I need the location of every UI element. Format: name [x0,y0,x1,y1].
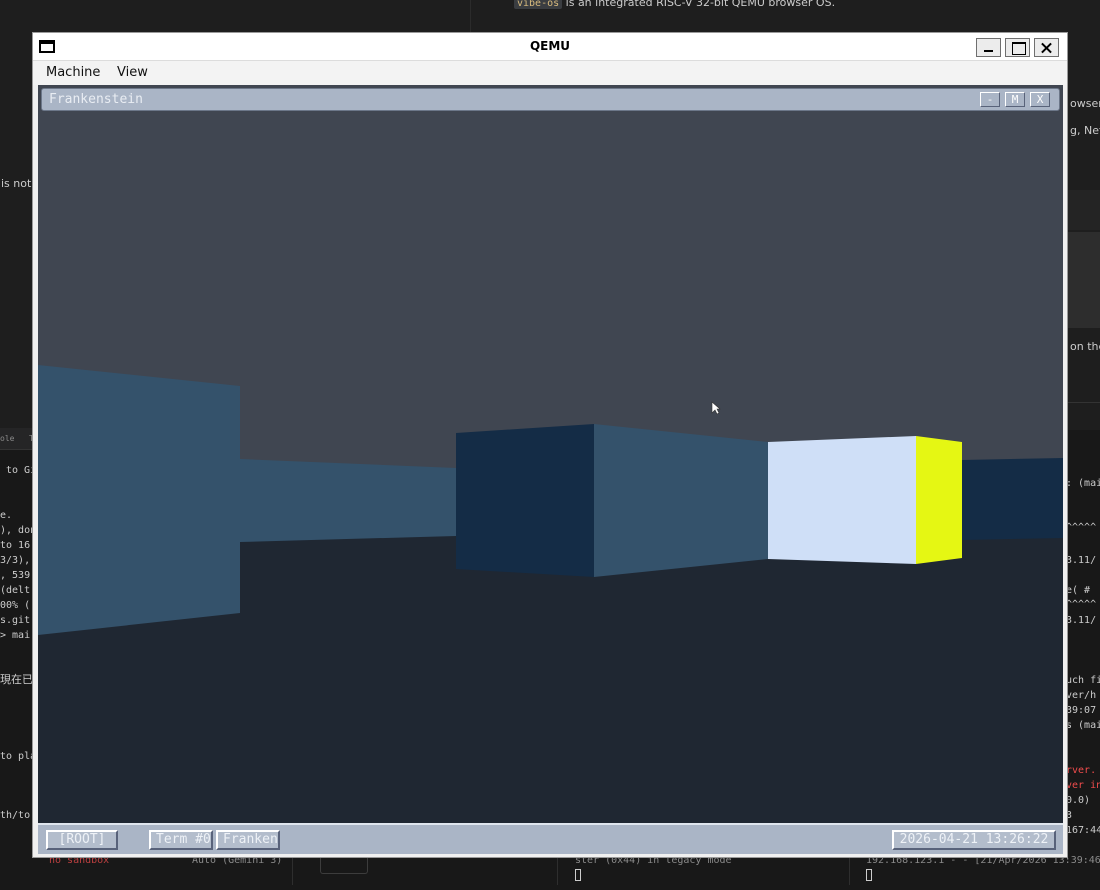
scene-block-dark [456,424,594,577]
background-term-line: 39:07 [1066,705,1097,716]
background-term-line: ver/h [1066,690,1097,701]
background-term-line: 3/3), [0,555,31,566]
background-term-line: 167:44 [1066,825,1100,836]
raycaster-3d-scene[interactable] [38,85,1063,823]
menu-machine[interactable]: Machine [46,65,100,80]
minimize-button[interactable] [976,38,1001,57]
qemu-menubar: Machine View [33,61,1067,85]
background-term-line: s.git [0,615,31,626]
background-term-line: ^^^^^ [1066,599,1097,610]
background-doc-text: is an integrated RISC-V 32-bit QEMU brow… [565,0,836,9]
background-term-line: th/to [0,810,31,821]
scene-wall-right [962,458,1063,540]
background-term-line: e( # [1066,585,1091,596]
scene-block-light [768,436,916,564]
taskbar-frankenstein-button[interactable]: Franken [216,830,280,850]
frankenstein-window-titlebar[interactable]: Frankenstein - M X [41,88,1060,111]
maximize-icon [1006,39,1029,56]
background-term-line: 00% ( [0,600,31,611]
scene-block-side [594,424,768,577]
guest-display[interactable]: Frankenstein - M X [ROOT] Term #0 Franke… [38,85,1063,854]
background-term-line: ^^^^^ [1066,522,1097,533]
background-cjk-line: 現在已 [0,673,33,686]
background-term-line: (delt [0,585,31,596]
background-input-box [320,858,368,874]
close-button[interactable] [1034,38,1059,57]
taskbar-root-button[interactable]: [ROOT] [46,830,118,850]
background-term-line: 0.0) [1066,795,1091,806]
background-term-line: s (mai [1066,720,1100,731]
background-term-line: to 16 [0,540,31,551]
mouse-pointer-icon [711,401,721,415]
taskbar-terminal-button[interactable]: Term #0 [149,830,213,850]
background-term-error: rver. [1066,765,1097,776]
scene-wall-left [38,365,240,635]
guest-taskbar: [ROOT] Term #0 Franken 2026-04-21 13:26:… [38,823,1063,854]
close-icon [1035,39,1058,56]
qemu-window-title: QEMU [529,39,571,53]
background-divider [292,855,293,885]
background-tab: ole [0,434,15,443]
guest-close-button[interactable]: X [1030,92,1050,107]
maximize-button[interactable] [1005,38,1030,57]
background-term-line: e. [0,510,13,521]
background-fragment: is not [1,177,32,190]
background-term-line: 3.11/ [1066,555,1097,566]
background-term-line: 3.11/ [1066,615,1097,626]
background-term-line: to pla [0,751,37,762]
background-divider [557,855,558,885]
background-term-line: uch fi [1066,675,1100,686]
scene-block-yellow [916,436,962,564]
background-term-line: : (mai [1066,478,1100,489]
background-fragment: on the [1070,340,1100,353]
minimize-icon [977,39,1000,56]
guest-maximize-button[interactable]: M [1005,92,1025,107]
background-term-error: ver in [1066,780,1100,791]
menu-view[interactable]: View [117,65,148,80]
background-term-line: > mai [0,630,31,641]
background-term-line: , 539 [0,570,31,581]
terminal-cursor-icon [866,869,872,881]
background-fragment: g, NetS [1070,124,1100,137]
background-fragment: owser [1070,97,1100,110]
background-divider [849,855,850,885]
background-block [1068,232,1100,328]
background-separator [1068,402,1100,403]
terminal-cursor-icon [575,869,581,881]
frankenstein-window-title: Frankenstein [49,92,143,107]
qemu-titlebar[interactable]: QEMU [33,33,1067,61]
background-term-line: ), don [0,525,37,536]
background-block [1068,190,1100,230]
background-code-chip: vibe-os [514,0,563,9]
background-doc-line: vibe-os is an integrated RISC-V 32-bit Q… [514,0,835,10]
guest-minimize-button[interactable]: - [980,92,1000,107]
taskbar-clock: 2026-04-21 13:26:22 [892,830,1056,850]
scene-wall-far [240,459,456,542]
qemu-window[interactable]: QEMU Machine View Frankenstein - M X [RO… [32,32,1068,858]
